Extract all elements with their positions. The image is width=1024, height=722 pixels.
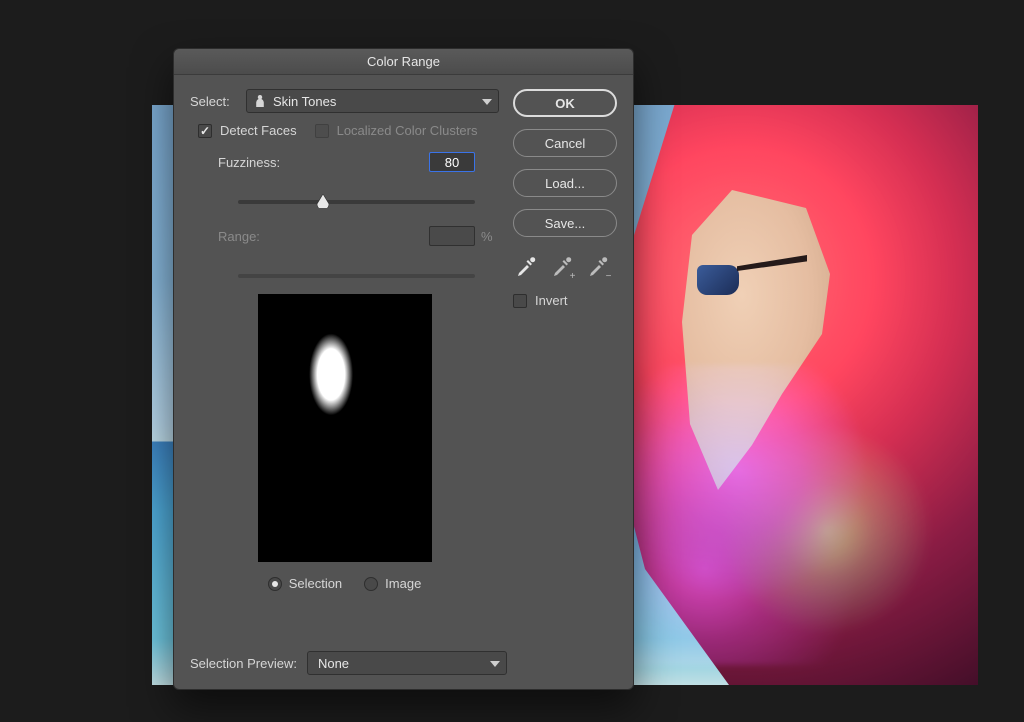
select-dropdown[interactable]: Skin Tones: [246, 89, 499, 113]
selection-preview-image: [258, 294, 432, 562]
preview-mode-image-label: Image: [385, 576, 421, 591]
selection-preview-dropdown[interactable]: None: [307, 651, 507, 675]
localized-clusters-label: Localized Color Clusters: [337, 123, 478, 138]
dialog-title: Color Range: [174, 49, 633, 75]
cancel-button[interactable]: Cancel: [513, 129, 617, 157]
save-button[interactable]: Save...: [513, 209, 617, 237]
range-slider: [238, 274, 475, 278]
dialog-right-pane: OK Cancel Load... Save...: [513, 89, 617, 629]
fuzziness-slider-thumb[interactable]: [316, 194, 330, 208]
selection-preview-label: Selection Preview:: [190, 656, 297, 671]
invert-checkbox[interactable]: [513, 294, 527, 308]
dialog-left-pane: Select: Skin Tones: [190, 89, 499, 629]
eyedropper-icon[interactable]: [515, 255, 537, 277]
select-value: Skin Tones: [273, 94, 336, 109]
plus-badge-icon: +: [568, 272, 577, 281]
color-range-dialog: Color Range Select: Skin Tones: [173, 48, 634, 690]
selection-mask: [258, 294, 432, 562]
preview-mode-selection-radio[interactable]: [268, 577, 282, 591]
fuzziness-slider[interactable]: [238, 200, 475, 204]
skin-tones-icon: [253, 94, 267, 108]
selection-preview-value: None: [318, 656, 349, 671]
minus-badge-icon: −: [604, 272, 613, 281]
preview-mode-image-radio[interactable]: [364, 577, 378, 591]
range-label: Range:: [218, 229, 429, 244]
localized-clusters-checkbox: [315, 124, 329, 138]
range-unit: %: [475, 229, 499, 244]
eyedropper-subtract-icon[interactable]: −: [587, 255, 609, 277]
ok-button[interactable]: OK: [513, 89, 617, 117]
detect-faces-checkbox[interactable]: [198, 124, 212, 138]
chevron-down-icon: [482, 99, 492, 105]
fuzziness-label: Fuzziness:: [218, 155, 429, 170]
chevron-down-icon: [490, 661, 500, 667]
load-button[interactable]: Load...: [513, 169, 617, 197]
detect-faces-label: Detect Faces: [220, 123, 297, 138]
select-label: Select:: [190, 94, 246, 109]
photo-sunglasses: [697, 255, 807, 300]
range-input: [429, 226, 475, 246]
invert-label: Invert: [535, 293, 568, 308]
dialog-footer: Selection Preview: None: [174, 641, 633, 689]
fuzziness-input[interactable]: 80: [429, 152, 475, 172]
eyedropper-add-icon[interactable]: +: [551, 255, 573, 277]
preview-mode-selection-label: Selection: [289, 576, 342, 591]
photo-paint-splash: [622, 365, 952, 665]
